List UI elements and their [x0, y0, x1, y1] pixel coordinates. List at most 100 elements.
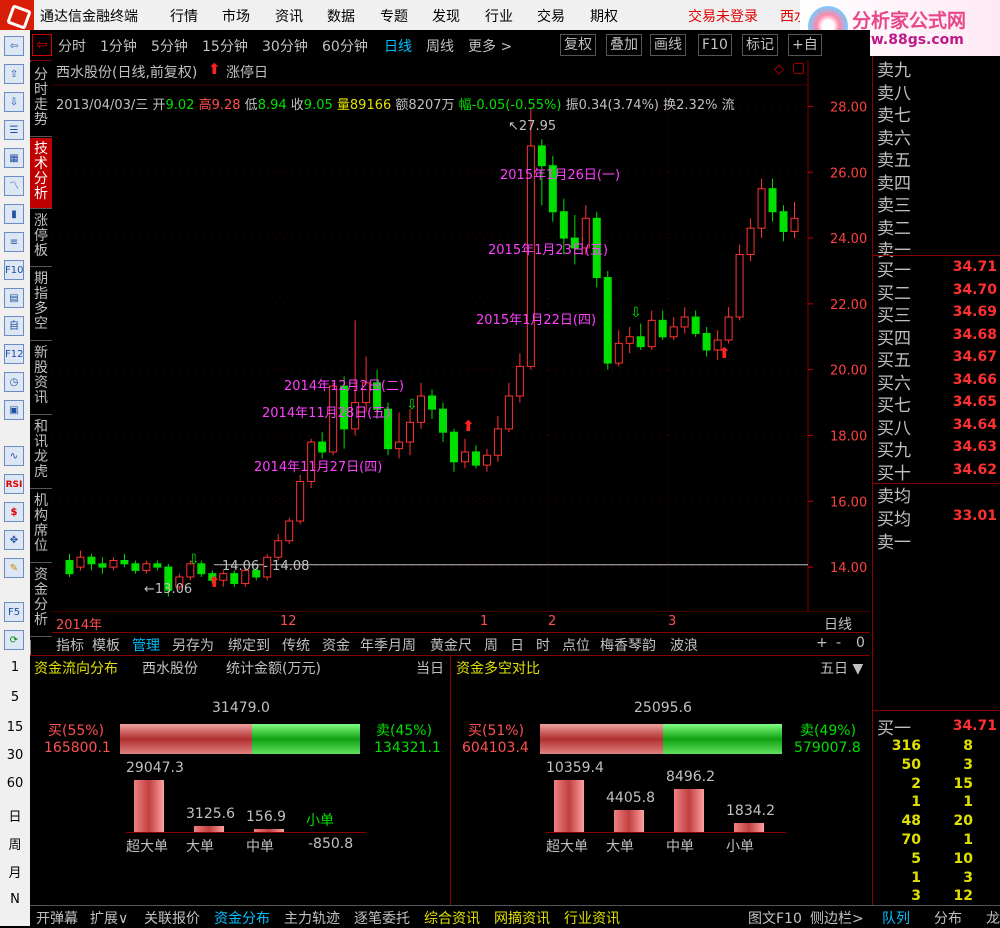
ctab-indicator[interactable]: 指标: [56, 635, 84, 655]
trade-login-status[interactable]: 交易未登录: [688, 6, 758, 26]
candle-body[interactable]: [98, 563, 107, 568]
zoom-reset-button[interactable]: 0: [856, 635, 865, 651]
pencil-icon[interactable]: ✎: [4, 558, 24, 578]
candle-body[interactable]: [131, 563, 140, 571]
move-icon[interactable]: ✥: [4, 530, 24, 550]
candle-body[interactable]: [471, 451, 480, 466]
status-related-quote[interactable]: 关联报价: [144, 908, 200, 928]
adjust-button[interactable]: 复权: [560, 34, 596, 56]
candle-body[interactable]: [768, 188, 777, 213]
f10-button[interactable]: F10: [698, 34, 732, 56]
period-5min[interactable]: 5: [0, 690, 30, 705]
candle-body[interactable]: [318, 441, 327, 453]
candle-body[interactable]: [658, 319, 667, 338]
status-general-news[interactable]: 综合资讯: [424, 908, 480, 928]
ctab-period[interactable]: 年季月周: [360, 635, 416, 655]
vtab-hexun[interactable]: 和讯龙虎: [30, 416, 52, 489]
candle-body[interactable]: [779, 211, 788, 232]
candle-body[interactable]: [482, 454, 491, 466]
status-distribution[interactable]: 分布: [934, 908, 962, 928]
candle-body[interactable]: [296, 481, 305, 522]
candle-body[interactable]: [493, 428, 502, 456]
period-60min[interactable]: 60: [0, 776, 30, 791]
vtab-limitup[interactable]: 涨停板: [30, 210, 52, 267]
ctab-template[interactable]: 模板: [92, 635, 120, 655]
vtab-timeshare[interactable]: 分时走势: [30, 64, 52, 137]
fund-contrast-title[interactable]: 资金多空对比: [456, 658, 540, 678]
ctab-hour[interactable]: 时: [536, 635, 550, 655]
candle-body[interactable]: [417, 395, 426, 423]
period-tab-15min[interactable]: 15分钟: [202, 36, 248, 56]
report-icon[interactable]: ☰: [4, 120, 24, 140]
back-arrow-icon[interactable]: ⇦: [4, 36, 24, 56]
candle-body[interactable]: [438, 408, 447, 433]
kline-chart-area[interactable]: 14.00 16.00 18.00 20.00 22.00 24.00 26.00 28.00…: [52, 60, 870, 633]
candle-body[interactable]: [724, 316, 733, 341]
vtab-technical[interactable]: 技术分析: [30, 138, 52, 209]
ctab-meixiang[interactable]: 梅香琴韵: [600, 635, 656, 655]
period-15min[interactable]: 15: [0, 720, 30, 735]
ctab-week[interactable]: 周: [484, 635, 498, 655]
candle-body[interactable]: [702, 332, 711, 351]
maximize-icon[interactable]: ▢: [792, 60, 805, 76]
candle-body[interactable]: [614, 342, 623, 364]
candle-body[interactable]: [285, 520, 294, 542]
candle-body[interactable]: [65, 560, 74, 575]
candle-body[interactable]: [109, 560, 118, 568]
candle-body[interactable]: [636, 336, 645, 348]
zoom-out-button[interactable]: -: [836, 635, 841, 651]
down-arrow-icon[interactable]: ⇩: [4, 92, 24, 112]
status-f10[interactable]: 图文F10: [748, 908, 802, 928]
candle-body[interactable]: [647, 319, 656, 348]
candle-body[interactable]: [406, 421, 415, 443]
ctab-funds[interactable]: 资金: [322, 635, 350, 655]
menu-quotes[interactable]: 行情: [170, 6, 198, 26]
status-danmaku[interactable]: 开弹幕: [36, 908, 78, 928]
grid-icon[interactable]: ▦: [4, 148, 24, 168]
ctab-golden-ruler[interactable]: 黄金尺: [430, 635, 472, 655]
menu-options[interactable]: 期权: [590, 6, 618, 26]
news-icon[interactable]: ▤: [4, 288, 24, 308]
period-tab-1min[interactable]: 1分钟: [100, 36, 137, 56]
candle-body[interactable]: [428, 395, 436, 410]
diamond-icon[interactable]: ◇: [774, 62, 784, 77]
period-day[interactable]: 日: [0, 806, 30, 825]
candle-body[interactable]: [757, 188, 766, 229]
refresh-icon[interactable]: ⟳: [4, 630, 24, 650]
status-main-track[interactable]: 主力轨迹: [284, 908, 340, 928]
custom-button[interactable]: +自: [788, 34, 822, 56]
period-tab-more[interactable]: 更多 >: [468, 36, 512, 56]
menu-data[interactable]: 数据: [327, 6, 355, 26]
status-expand[interactable]: 扩展∨: [90, 908, 128, 928]
ctab-bind[interactable]: 绑定到: [228, 635, 270, 655]
period-month[interactable]: 月: [0, 862, 30, 881]
candle-body[interactable]: [449, 431, 458, 463]
period-tab-60min[interactable]: 60分钟: [322, 36, 368, 56]
candle-body[interactable]: [120, 560, 129, 565]
status-order-flow[interactable]: 逐笔委托: [354, 908, 410, 928]
period-tab-weekly[interactable]: 周线: [426, 36, 454, 56]
candle-body[interactable]: [746, 227, 755, 256]
menu-topics[interactable]: 专题: [380, 6, 408, 26]
overlay-button[interactable]: 叠加: [606, 34, 642, 56]
candle-body[interactable]: [515, 365, 524, 397]
vtab-futures[interactable]: 期指多空: [30, 268, 52, 341]
candle-body[interactable]: [625, 336, 634, 344]
period-week[interactable]: 周: [0, 834, 30, 853]
custom-icon[interactable]: 自: [4, 316, 24, 336]
f10-icon[interactable]: F10: [4, 260, 24, 280]
candle-body[interactable]: [142, 563, 151, 571]
candle-body[interactable]: [559, 211, 568, 239]
candle-body[interactable]: [153, 563, 162, 568]
candle-body[interactable]: [76, 556, 85, 568]
candle-body[interactable]: [691, 316, 700, 334]
candle-body[interactable]: [460, 451, 469, 463]
settings-icon[interactable]: ▣: [4, 400, 24, 420]
zoom-in-button[interactable]: +: [816, 635, 828, 651]
status-sidebar[interactable]: 侧边栏>: [810, 908, 864, 928]
app-logo-icon[interactable]: [0, 0, 34, 30]
candle-body[interactable]: [537, 145, 546, 167]
menu-app-title[interactable]: 通达信金融终端: [40, 6, 138, 26]
candle-icon[interactable]: ▮: [4, 204, 24, 224]
candle-body[interactable]: [680, 316, 689, 328]
